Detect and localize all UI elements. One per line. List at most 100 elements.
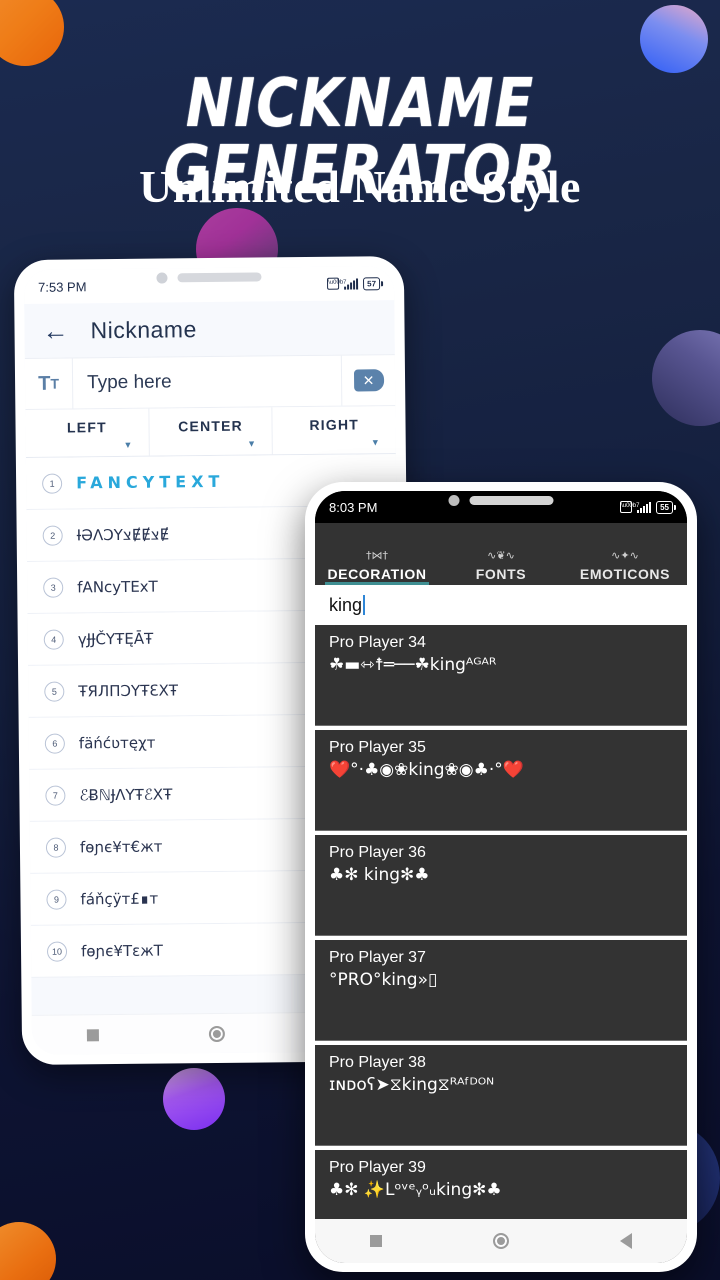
phone2-results-list[interactable]: Pro Player 34 ☘▬⇿☨═──☘kingᴬᴳᴬᴿ Pro Playe… — [315, 625, 687, 1231]
nickname-input[interactable]: king — [315, 585, 687, 625]
list-item-number: 3 — [43, 577, 64, 598]
recents-square-icon[interactable] — [370, 1235, 383, 1247]
list-item-text: ŦЯЛΠƆҮŦƐΧŦ — [78, 680, 179, 700]
back-arrow-icon[interactable]: ← — [42, 315, 68, 345]
list-item-text: fANcyTExT — [77, 577, 158, 596]
decorative-orb-orange-bottom — [0, 1222, 56, 1280]
recents-square-icon[interactable] — [86, 1028, 99, 1041]
earpiece-speaker — [177, 272, 262, 283]
decorative-orb-violet — [163, 1068, 225, 1130]
front-camera-icon — [156, 272, 168, 284]
text-cursor — [363, 595, 366, 615]
list-item[interactable]: Pro Player 38 ɪɴᴅᴏʕ➤⧖king⧖ᴿᴬᶠᴰᴼᴺ — [315, 1045, 687, 1146]
list-item-text: fѳɲє¥т€жт — [79, 837, 163, 856]
phone1-title: Nickname — [90, 315, 197, 343]
clear-icon: ✕ — [353, 369, 384, 392]
list-item-title: Pro Player 37 — [329, 949, 426, 966]
chevron-down-icon[interactable]: ▼ — [26, 440, 149, 451]
list-item-title: Pro Player 34 — [329, 634, 426, 651]
page-subtitle: Unlimited Name Style — [139, 161, 581, 212]
tab-left[interactable]: LEFT ▼ — [25, 408, 150, 457]
list-item-number: 5 — [44, 681, 65, 702]
nickname-input-value: king — [329, 594, 363, 615]
earpiece-speaker — [469, 496, 554, 505]
signal-bars-icon — [637, 501, 652, 513]
list-item[interactable]: Pro Player 34 ☘▬⇿☨═──☘kingᴬᴳᴬᴿ — [315, 625, 687, 726]
list-item-text: ♣✻ ✨Lᵒᵛᵉᵧᵒᵤking✻♣ — [329, 1180, 502, 1200]
list-item-number: 6 — [44, 733, 65, 754]
phone2-nav-bar — [315, 1219, 687, 1263]
list-item-text: fäńćʋтęχт — [78, 733, 156, 752]
tab-emoticons-label: EMOTICONS — [579, 566, 671, 582]
list-item-text: үɈɈČҮŦĘĀŦ — [77, 629, 154, 648]
list-item-text: ☘▬⇿☨═──☘kingᴬᴳᴬᴿ — [329, 655, 497, 675]
decoration-ornament-icon: †⋈† — [366, 549, 388, 562]
status-icons: \u00b7 55 — [620, 500, 676, 514]
list-item-number: 7 — [45, 785, 66, 806]
status-time: 8:03 PM — [329, 499, 378, 515]
tab-fonts[interactable]: ∿❦∿ FONTS — [439, 523, 563, 585]
list-item[interactable]: Pro Player 36 ♣✻ king✻♣ — [315, 835, 687, 936]
list-item-text: ɪɴᴅᴏʕ➤⧖king⧖ᴿᴬᶠᴰᴼᴺ — [329, 1075, 495, 1095]
battery-icon: 57 — [363, 276, 381, 290]
phone2-status-bar: 8:03 PM \u00b7 55 — [315, 491, 687, 523]
network-icon: \u00b7 — [327, 277, 347, 290]
phone2-category-tabs: †⋈† DECORATION ∿❦∿ FONTS ∿✦∿ EMOTICONS — [315, 523, 687, 585]
chevron-down-icon[interactable]: ▼ — [149, 438, 272, 449]
text-format-icon[interactable]: TT — [24, 358, 74, 409]
home-circle-icon[interactable] — [492, 1233, 509, 1249]
chevron-down-icon[interactable]: ▼ — [273, 437, 396, 448]
list-item-title: Pro Player 38 — [329, 1054, 426, 1071]
list-item-text: ❤️°·♣◉❀king❀◉♣·°❤️ — [329, 760, 524, 780]
list-item-text: FANCYTEXT — [76, 471, 225, 493]
status-time: 7:53 PM — [37, 278, 87, 295]
list-item-title: Pro Player 35 — [329, 739, 426, 756]
list-item-number: 10 — [46, 941, 68, 962]
tab-right[interactable]: RIGHT ▼ — [273, 406, 396, 454]
fonts-ornament-icon: ∿❦∿ — [487, 549, 515, 562]
phone1-app-bar: ← Nickname — [24, 300, 395, 358]
phone-mockup-front: 8:03 PM \u00b7 55 †⋈† DECORATION ∿❦∿ FON… — [305, 482, 697, 1272]
tab-decoration[interactable]: †⋈† DECORATION — [315, 523, 439, 585]
list-item-text: °PRO°king»▯ — [329, 970, 438, 990]
list-item-text: fáňçÿт£∎т — [80, 889, 159, 908]
tab-center-label: CENTER — [178, 417, 244, 435]
tab-center[interactable]: CENTER ▼ — [149, 407, 274, 456]
tab-right-label: RIGHT — [309, 416, 360, 433]
phone1-status-bar: 7:53 PM \u00b7 57 — [23, 266, 395, 304]
search-input[interactable]: Type here — [73, 356, 342, 409]
list-item-number: 4 — [43, 629, 64, 650]
list-item-number: 8 — [45, 837, 67, 858]
list-item-number: 2 — [42, 525, 63, 546]
status-icons: \u00b7 57 — [327, 276, 381, 291]
list-item-text: ♣✻ king✻♣ — [329, 865, 430, 885]
phone2-screen: 8:03 PM \u00b7 55 †⋈† DECORATION ∿❦∿ FON… — [315, 491, 687, 1263]
active-tab-indicator — [324, 582, 430, 585]
list-item-number: 1 — [42, 473, 63, 494]
list-item-text: ƗƏɅƆҮצɆɆצɆ — [76, 524, 170, 544]
phone2-notch — [448, 495, 554, 506]
tab-fonts-label: FONTS — [475, 566, 527, 582]
home-circle-icon[interactable] — [208, 1025, 225, 1042]
phone1-alignment-tabs: LEFT ▼ CENTER ▼ RIGHT ▼ — [25, 406, 396, 458]
front-camera-icon — [448, 495, 460, 506]
list-item[interactable]: Pro Player 37 °PRO°king»▯ — [315, 940, 687, 1041]
list-item[interactable]: Pro Player 35 ❤️°·♣◉❀king❀◉♣·°❤️ — [315, 730, 687, 831]
list-item-title: Pro Player 39 — [329, 1159, 426, 1176]
clear-button[interactable]: ✕ — [340, 355, 396, 406]
decorative-orb-orange — [0, 0, 64, 66]
back-triangle-icon[interactable] — [619, 1233, 632, 1249]
list-item-text: fѳɲє¥ΤεжΤ — [80, 941, 163, 960]
list-item-title: Pro Player 36 — [329, 844, 426, 861]
list-item-number: 9 — [46, 889, 67, 910]
list-item-text: ℰɃℕɈɅҮŦℰΧŦ — [79, 784, 173, 804]
battery-icon: 55 — [656, 500, 676, 514]
decorative-orb-slate — [652, 330, 720, 426]
decorative-orb-blue — [640, 5, 708, 73]
tab-left-label: LEFT — [66, 419, 107, 436]
network-icon: \u00b7 — [620, 501, 639, 513]
tab-emoticons[interactable]: ∿✦∿ EMOTICONS — [563, 523, 687, 585]
promo-banner: NICKNAME GENERATOR Unlimited Name Style … — [0, 0, 720, 1280]
emoticons-ornament-icon: ∿✦∿ — [611, 549, 639, 562]
phone1-notch — [156, 271, 262, 284]
